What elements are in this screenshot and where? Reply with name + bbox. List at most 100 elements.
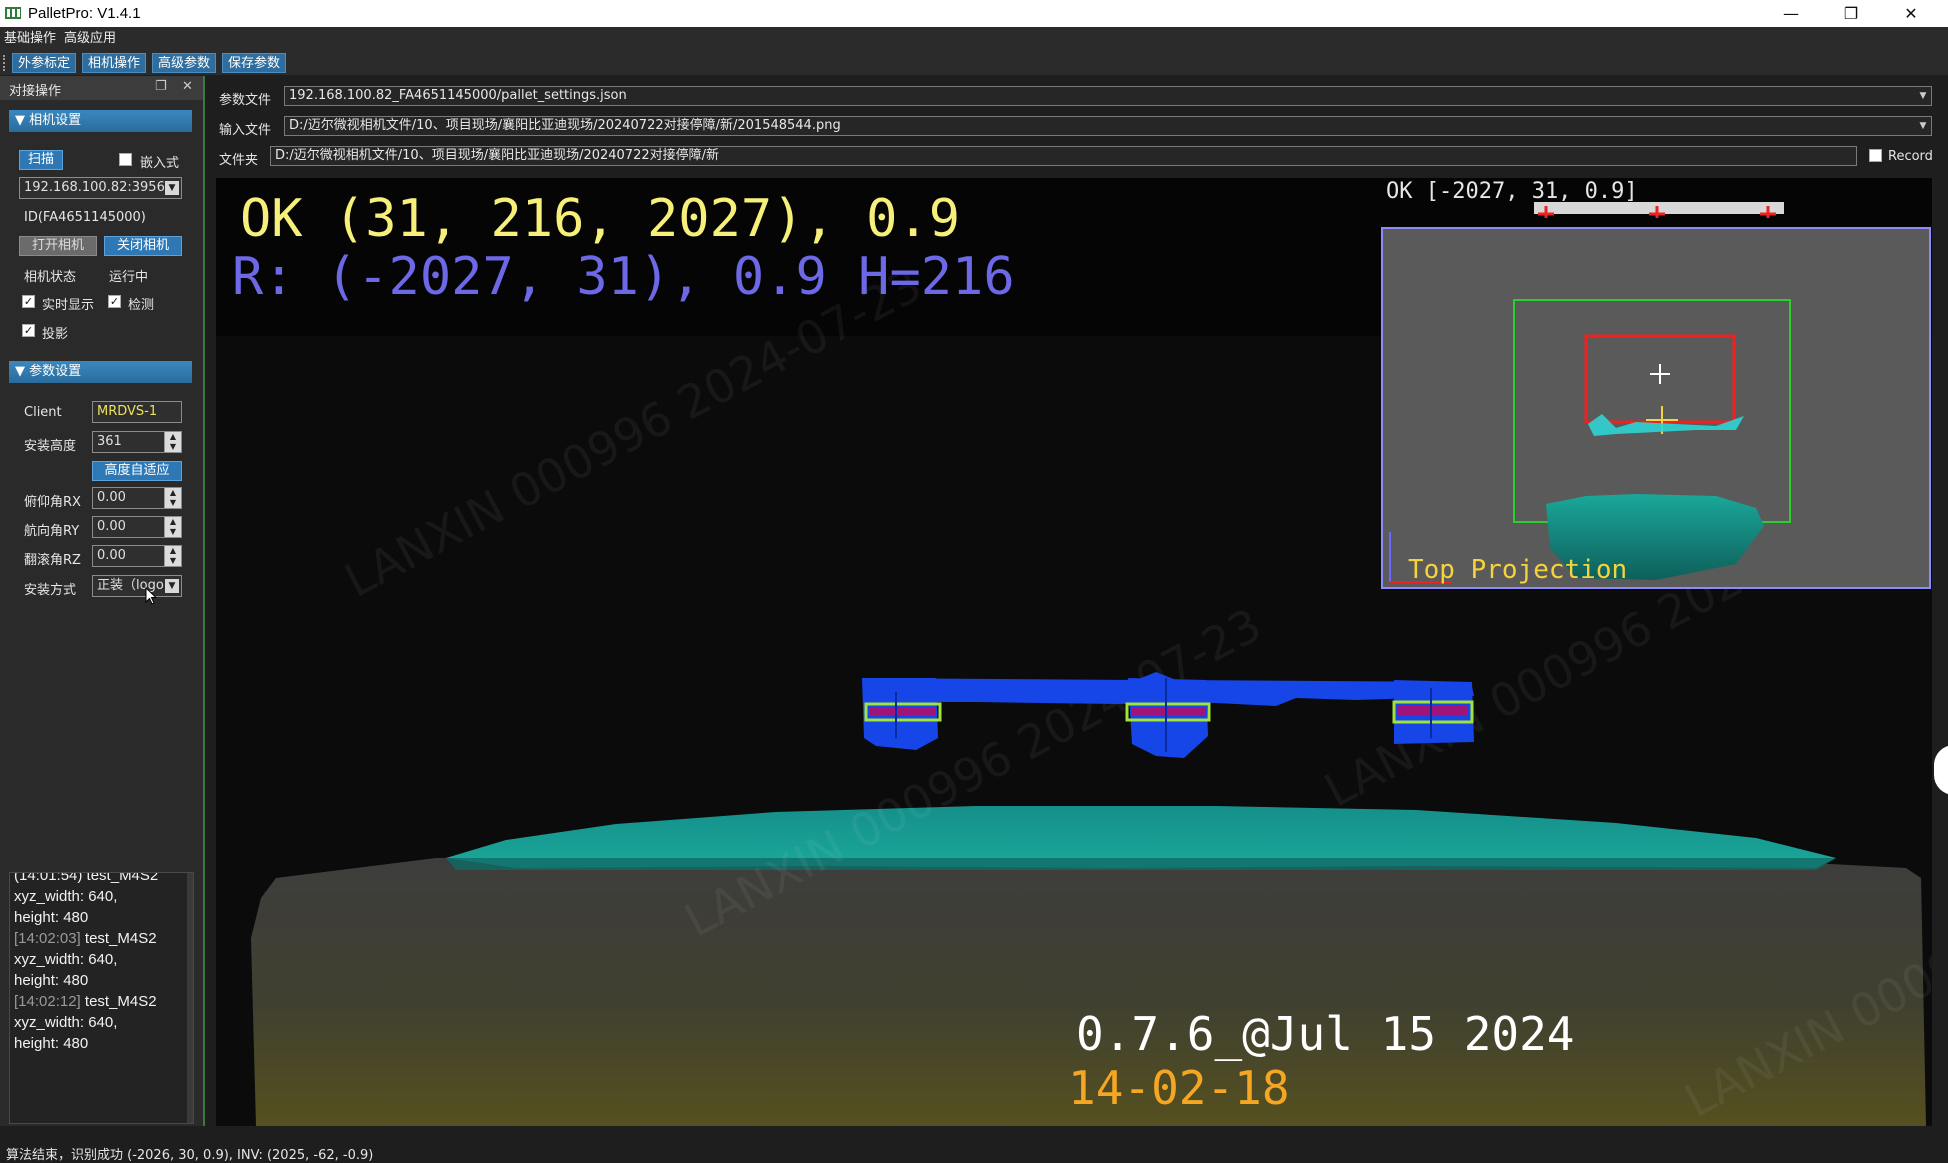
float-icon[interactable]: ❐ [155, 79, 167, 94]
embedded-label: 嵌入式 [140, 156, 180, 171]
spin-arrows-icon[interactable]: ▲ ▼ [164, 517, 181, 537]
log-entry: height: 480 [14, 907, 184, 928]
camera-ip-value: 192.168.100.82:3956 [24, 180, 165, 195]
yaw-label: 航向角RY [24, 524, 80, 539]
spin-arrows-icon[interactable]: ▲ ▼ [164, 546, 181, 566]
roll-spinbox[interactable]: 0.00 ▲ ▼ [92, 545, 182, 567]
yaw-value: 0.00 [97, 519, 126, 534]
param-settings-title: 参数设置 [29, 364, 82, 379]
auto-height-button[interactable]: 高度自适应 [92, 461, 182, 481]
projection-checkbox[interactable]: ✓ [22, 324, 35, 337]
result-line-2: R: (-2027, 31), 0.9 H=216 [232, 247, 1015, 307]
menu-basic[interactable]: 基础操作 [4, 27, 56, 51]
log-panel[interactable]: (14:01:54) test_M4S2 xyz_width: 640, heigh… [9, 872, 194, 1124]
camera-view[interactable]: LANXIN 000996 2024-07-23 LANXIN 000996 2… [216, 178, 1932, 1126]
pitch-value: 0.00 [97, 490, 126, 505]
status-bar: 算法结束，识别成功 (-2026, 30, 0.9), INV: (2025, … [0, 1144, 1948, 1163]
close-camera-button[interactable]: 关闭相机 [104, 236, 182, 256]
log-text: xyz_width: 640, [14, 1014, 118, 1031]
camera-ip-select[interactable]: 192.168.100.82:3956 ▼ [19, 177, 182, 199]
param-file-value: 192.168.100.82_FA4651145000/pallet_setti… [289, 88, 627, 103]
install-height-value: 361 [97, 434, 122, 449]
minimize-button[interactable]: — [1762, 0, 1820, 27]
app-icon [5, 7, 21, 19]
embedded-checkbox[interactable] [119, 153, 132, 166]
log-text: height: 480 [14, 1035, 89, 1052]
realtime-checkbox[interactable]: ✓ [22, 295, 35, 308]
spin-arrows-icon[interactable]: ▲ ▼ [164, 432, 181, 452]
open-camera-button[interactable]: 打开相机 [19, 236, 97, 256]
mount-select[interactable]: 正装（logo ▼ [92, 575, 182, 597]
collapse-icon: ▼ [15, 113, 30, 128]
log-timestamp: [14:02:03] [14, 930, 81, 947]
camera-operation-button[interactable]: 相机操作 [82, 53, 146, 73]
scan-button[interactable]: 扫描 [19, 150, 63, 170]
camera-settings-header[interactable]: ▼ 相机设置 [9, 110, 192, 132]
realtime-label: 实时显示 [42, 298, 95, 313]
title-bar: PalletPro: V1.4.1 — ❐ ✕ [0, 0, 1948, 27]
log-entry: [14:02:03] test_M4S2 [14, 928, 184, 949]
save-params-button[interactable]: 保存参数 [222, 53, 286, 73]
input-file-select[interactable]: D:/迈尔微视相机文件/10、项目现场/襄阳比亚迪现场/20240722对接停障… [284, 116, 1932, 136]
folder-label: 文件夹 [219, 153, 259, 168]
param-file-select[interactable]: 192.168.100.82_FA4651145000/pallet_setti… [284, 86, 1932, 106]
client-label: Client [24, 405, 62, 420]
input-file-value: D:/迈尔微视相机文件/10、项目现场/襄阳比亚迪现场/20240722对接停障… [289, 118, 841, 133]
log-scrollbar[interactable] [187, 873, 193, 1123]
camera-status-value: 运行中 [109, 270, 149, 285]
result-line-1: OK (31, 216, 2027), 0.9 [240, 189, 960, 249]
param-settings-header[interactable]: ▼ 参数设置 [9, 361, 192, 383]
roll-label: 翻滚角RZ [24, 553, 81, 568]
device-id: ID(FA4651145000) [24, 210, 146, 225]
restore-button[interactable]: ❐ [1822, 0, 1880, 27]
menu-advanced[interactable]: 高级应用 [64, 27, 116, 51]
mount-label: 安装方式 [24, 583, 77, 598]
log-text: height: 480 [14, 972, 89, 989]
folder-input[interactable]: D:/迈尔微视相机文件/10、项目现场/襄阳比亚迪现场/20240722对接停障… [270, 146, 1857, 166]
mouse-cursor-icon [145, 587, 158, 605]
log-list: (14:01:54) test_M4S2 xyz_width: 640, heigh… [14, 872, 184, 1054]
camera-settings-title: 相机设置 [29, 113, 82, 128]
extrinsic-calibration-button[interactable]: 外参标定 [12, 53, 76, 73]
collapse-icon: ▼ [15, 364, 30, 379]
log-text: test_M4S2 [80, 993, 157, 1010]
install-height-spinbox[interactable]: 361 ▲ ▼ [92, 431, 182, 453]
close-icon: ✕ [1904, 4, 1918, 23]
status-text: 算法结束，识别成功 (-2026, 30, 0.9), INV: (2025, … [6, 1148, 374, 1163]
log-entry: xyz_width: 640, [14, 886, 184, 907]
log-text: test_M4S2 [80, 930, 157, 947]
record-checkbox[interactable] [1869, 149, 1882, 162]
log-entry: height: 480 [14, 970, 184, 991]
chevron-down-icon: ▼ [165, 579, 179, 593]
side-handle[interactable] [1934, 745, 1948, 795]
chevron-down-icon: ▼ [165, 181, 179, 195]
chevron-down-icon: ▼ [1919, 91, 1927, 101]
advanced-params-button[interactable]: 高级参数 [152, 53, 216, 73]
dock-panel: 对接操作 ❐ ✕ ▼ 相机设置 扫描 嵌入式 192.168.100.82:39… [0, 76, 205, 1126]
inset-label: Top Projection [1408, 555, 1627, 585]
yaw-spinbox[interactable]: 0.00 ▲ ▼ [92, 516, 182, 538]
detect-checkbox[interactable]: ✓ [108, 295, 121, 308]
input-file-label: 输入文件 [219, 123, 272, 138]
camera-render: LANXIN 000996 2024-07-23 LANXIN 000996 2… [216, 178, 1932, 1126]
inset-header: OK [-2027, 31, 0.9] [1386, 179, 1638, 204]
log-text: height: 480 [14, 909, 89, 926]
close-dock-icon[interactable]: ✕ [182, 79, 193, 94]
log-entry: xyz_width: 640, [14, 1012, 184, 1033]
client-input[interactable]: MRDVS-1 [92, 401, 182, 423]
log-entry: (14:01:54) test_M4S2 [14, 872, 184, 886]
toolbar: 外参标定 相机操作 高级参数 保存参数 [0, 51, 1948, 75]
spin-arrows-icon[interactable]: ▲ ▼ [164, 488, 181, 508]
close-window-button[interactable]: ✕ [1882, 0, 1940, 27]
toolbar-grip[interactable] [3, 55, 7, 71]
log-entry: xyz_width: 640, [14, 949, 184, 970]
param-file-label: 参数文件 [219, 93, 272, 108]
log-text: (14:01:54) test_M4S2 [14, 872, 159, 884]
log-entry: [14:02:12] test_M4S2 [14, 991, 184, 1012]
roll-value: 0.00 [97, 548, 126, 563]
restore-icon: ❐ [1843, 4, 1859, 23]
log-text: xyz_width: 640, [14, 888, 118, 905]
minimize-icon: — [1783, 4, 1799, 23]
menu-bar: 基础操作 高级应用 [0, 27, 1948, 51]
pitch-spinbox[interactable]: 0.00 ▲ ▼ [92, 487, 182, 509]
